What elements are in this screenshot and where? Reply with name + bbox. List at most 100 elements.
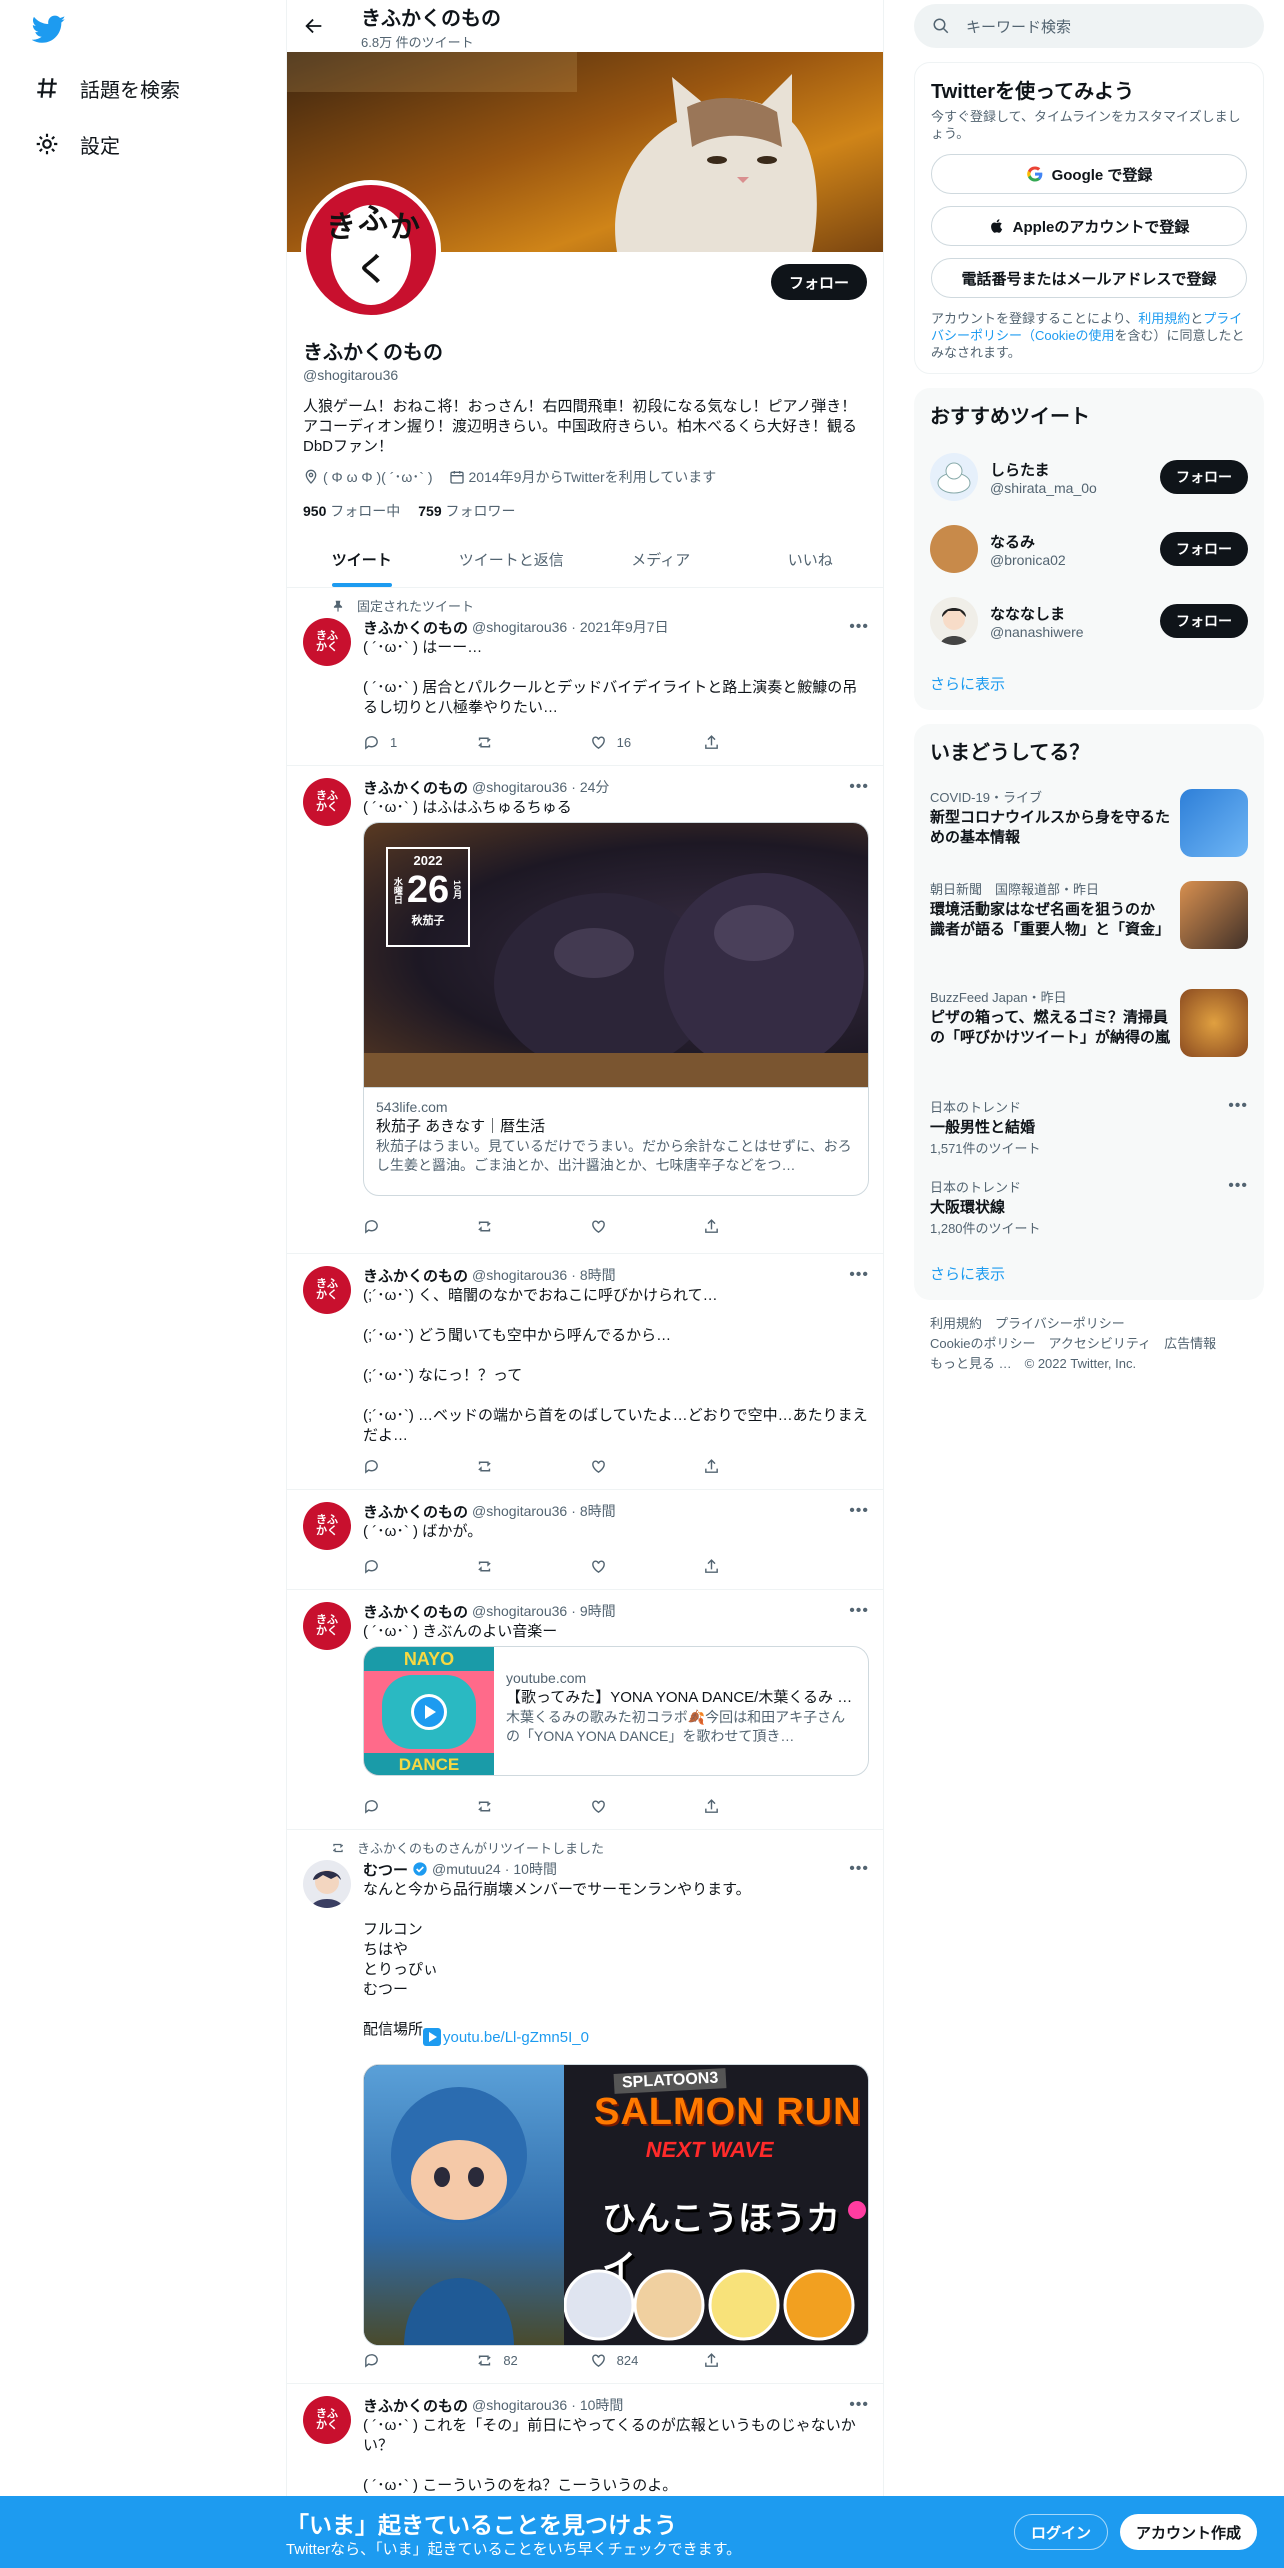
tweet-time[interactable]: 10時間 [580,2395,624,2415]
tweet-time[interactable]: 8時間 [580,1265,616,1285]
tweet[interactable]: きふかく きふかくのもの @shogitarou36 · 8時間 ••• (;´･ω･… [287,1254,883,1490]
recommended-user[interactable]: なななしま @nanashiwere フォロー [914,585,1264,657]
following-link[interactable]: 950 フォロー中 [303,501,400,521]
like-button[interactable] [590,1558,670,1575]
rec-follow-button[interactable]: フォロー [1160,604,1248,638]
retweet-button[interactable] [476,734,556,751]
reply-button[interactable] [363,1458,443,1475]
google-signup-button[interactable]: Google で登録 [931,154,1247,194]
recommended-user[interactable]: なるみ @bronica02 フォロー [914,513,1264,585]
rec-follow-button[interactable]: フォロー [1160,460,1248,494]
trends-show-more[interactable]: さらに表示 [914,1247,1264,1300]
trend-item[interactable]: COVID-19・ライブ 新型コロナウイルスから身を守るための基本情報 [914,777,1264,869]
more-icon[interactable]: ••• [849,2396,869,2414]
tweet-avatar[interactable]: きふかく [303,1602,351,1650]
tweet-author[interactable]: むつー [363,1859,408,1880]
signup-button[interactable]: アカウント作成 [1120,2514,1258,2550]
tweet-time[interactable]: 2021年9月7日 [580,617,669,637]
share-button[interactable] [703,1798,783,1815]
youtube-card[interactable]: NAYO DANCE youtube.com 【歌ってみた】YONA YONA … [363,1646,869,1776]
like-button[interactable] [590,1458,670,1475]
trend-item[interactable]: 朝日新聞 国際報道部・昨日 環境活動家はなぜ名画を狙うのか 識者が語る「重要人物… [914,869,1264,977]
rec-follow-button[interactable]: フォロー [1160,532,1248,566]
tweet-time[interactable]: 9時間 [580,1601,616,1621]
tab-tweets[interactable]: ツイート [287,532,437,587]
tab-tweets-replies[interactable]: ツイートと返信 [437,532,587,587]
footer-accessibility[interactable]: アクセシビリティ [1048,1336,1151,1351]
like-button[interactable]: 824 [590,2352,670,2369]
tab-media[interactable]: メディア [586,532,736,587]
retweet-button[interactable] [476,1558,556,1575]
nav-explore[interactable]: 話題を検索 [34,68,180,108]
tweet-author[interactable]: きふかくのもの [363,617,468,638]
tweet-pinned[interactable]: 固定されたツイート きふかく きふかくのもの @shogitarou36 · 2021… [287,588,883,766]
play-icon[interactable] [411,1694,447,1730]
share-button[interactable] [703,2352,783,2369]
tweet-avatar[interactable]: きふかく [303,618,351,666]
footer-privacy[interactable]: プライバシーポリシー [995,1316,1125,1331]
trend-more-icon[interactable]: ••• [1228,1177,1248,1195]
tweet[interactable]: きふかく きふかくのもの @shogitarou36 · 24分 ••• ( ´･ω･… [287,766,883,1254]
tweet-author[interactable]: きふかくのもの [363,2395,468,2416]
more-icon[interactable]: ••• [849,1266,869,1284]
tweet-time[interactable]: 10時間 [513,1859,557,1879]
retweet-button[interactable] [476,1798,556,1815]
retweet-button[interactable] [476,1458,556,1475]
share-button[interactable] [703,1458,783,1475]
tweet-retweeted[interactable]: きふかくのものさんがリツイートしました むつー @mutuu24 · 10時間 ••… [287,1830,883,2384]
recommended-user[interactable]: しらたま @shirata_ma_0o フォロー [914,441,1264,513]
share-button[interactable] [703,1558,783,1575]
footer-cookie[interactable]: Cookieのポリシー [930,1336,1035,1351]
search-box[interactable]: キーワード検索 [914,4,1264,48]
twitter-logo-icon[interactable] [32,12,66,46]
profile-follow-button[interactable]: フォロー [770,264,867,300]
rec-show-more[interactable]: さらに表示 [914,657,1264,710]
terms-link[interactable]: 利用規約 [1138,311,1190,326]
tweet-avatar[interactable]: きふかく [303,1502,351,1550]
profile-avatar[interactable]: き ふ か く [301,180,441,320]
retweet-button[interactable] [476,1218,556,1235]
reply-button[interactable] [363,2352,443,2369]
more-icon[interactable]: ••• [849,778,869,796]
tweet-avatar[interactable]: きふかく [303,778,351,826]
tweet-time[interactable]: 24分 [580,777,610,797]
tweet-time[interactable]: 8時間 [580,1501,616,1521]
like-button[interactable] [590,1218,670,1235]
link-card[interactable]: 2022 水曜日 26 10月 秋茄子 543life.com 秋茄子 あきなす… [363,822,869,1196]
tab-likes[interactable]: いいね [736,532,884,587]
like-button[interactable] [590,1798,670,1815]
more-icon[interactable]: ••• [849,618,869,636]
reply-button[interactable] [363,1558,443,1575]
share-button[interactable] [703,734,783,751]
tweet-author[interactable]: きふかくのもの [363,1601,468,1622]
tweet-author[interactable]: きふかくのもの [363,777,468,798]
share-button[interactable] [703,1218,783,1235]
reply-button[interactable]: 1 [363,734,443,751]
back-arrow-icon[interactable] [303,15,325,37]
trend-item[interactable]: BuzzFeed Japan・昨日 ピザの箱って、燃えるゴミ？清掃員の「呼びかけ… [914,977,1264,1087]
trend-item[interactable]: 日本のトレンド 大阪環状線 1,280件のツイート ••• [914,1167,1264,1247]
nav-settings[interactable]: 設定 [34,124,120,164]
footer-more[interactable]: もっと見る … [930,1356,1012,1371]
trend-more-icon[interactable]: ••• [1228,1097,1248,1115]
tweet-avatar[interactable] [303,1860,351,1908]
footer-terms[interactable]: 利用規約 [930,1316,982,1331]
tweet-author[interactable]: きふかくのもの [363,1501,468,1522]
tweet-avatar[interactable]: きふかく [303,1266,351,1314]
phone-signup-button[interactable]: 電話番号またはメールアドレスで登録 [931,258,1247,298]
stream-link[interactable]: youtu.be/Ll-gZmn5I_0 [423,2028,589,2046]
more-icon[interactable]: ••• [849,1602,869,1620]
reply-button[interactable] [363,1798,443,1815]
login-button[interactable]: ログイン [1014,2514,1109,2550]
apple-signup-button[interactable]: Appleのアカウントで登録 [931,206,1247,246]
followers-link[interactable]: 759 フォロワー [418,501,515,521]
retweet-button[interactable]: 82 [476,2352,556,2369]
tweet-avatar[interactable]: きふかく [303,2396,351,2444]
reply-button[interactable] [363,1218,443,1235]
more-icon[interactable]: ••• [849,1502,869,1520]
footer-ads[interactable]: 広告情報 [1164,1336,1216,1351]
more-icon[interactable]: ••• [849,1860,869,1878]
tweet-author[interactable]: きふかくのもの [363,1265,468,1286]
like-button[interactable]: 16 [590,734,670,751]
tweet[interactable]: きふかく きふかくのもの @shogitarou36 · 8時間 ••• ( ´･ω･… [287,1490,883,1590]
